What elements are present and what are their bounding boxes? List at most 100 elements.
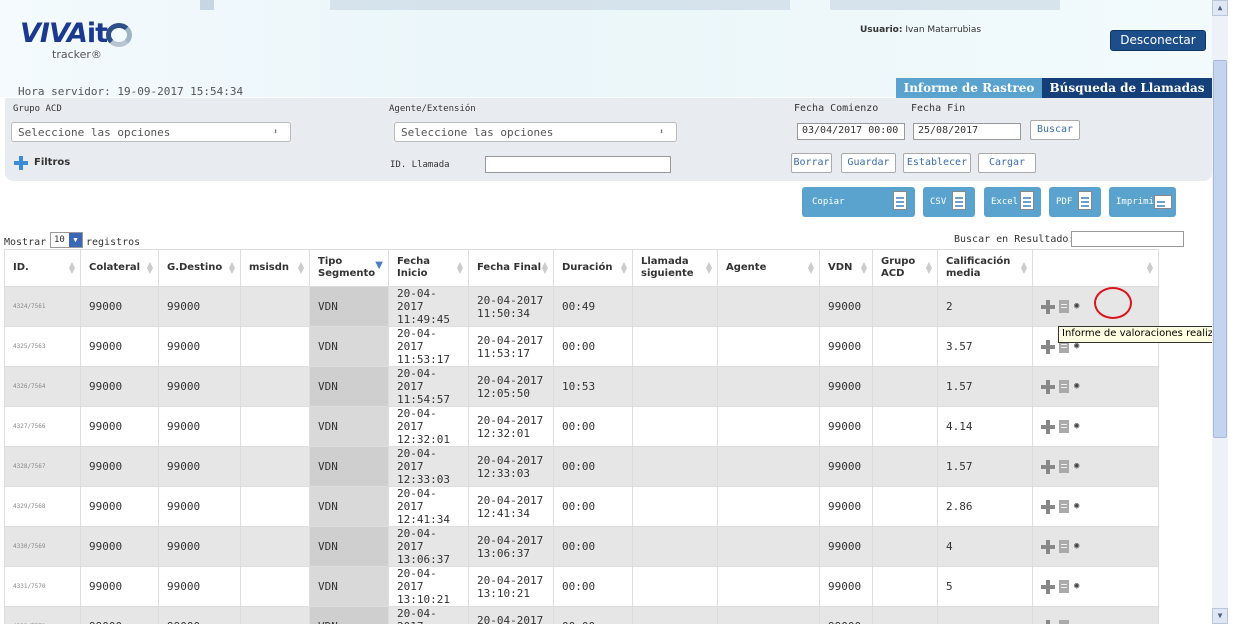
csv-button[interactable]: CSV bbox=[923, 187, 975, 217]
table-row[interactable]: 4324/7561 99000 99000 VDN 20-04-2017 11:49:45… bbox=[4, 286, 1159, 327]
plus-icon[interactable] bbox=[1041, 419, 1055, 434]
load-button[interactable]: Cargar bbox=[978, 153, 1036, 173]
table-row[interactable]: 4332/75719900099000VDN20-04-201713:11:41… bbox=[4, 606, 1159, 624]
sort-icon: ▲ ▼ bbox=[860, 260, 867, 275]
pdf-button[interactable]: PDF bbox=[1049, 187, 1101, 217]
plus-icon[interactable] bbox=[1041, 619, 1055, 624]
cell-fecha-inicio: 20-04-2017 12:32:01 bbox=[388, 406, 469, 447]
plus-icon[interactable] bbox=[1041, 499, 1055, 514]
cell-fecha-inicio: 20-04-2017 12:41:34 bbox=[388, 486, 469, 527]
search-button[interactable]: Buscar bbox=[1030, 120, 1080, 140]
col-grupo-acd[interactable]: Grupo ACD ▲ ▼ bbox=[872, 249, 938, 287]
copy-button[interactable]: Copiar bbox=[802, 187, 915, 217]
cell-msisdn bbox=[240, 526, 310, 567]
agent-select[interactable]: Seleccione las opciones ⬍ bbox=[394, 122, 677, 142]
eye-icon[interactable]: ◉ bbox=[1074, 380, 1079, 393]
scroll-up-icon[interactable]: ▲ bbox=[1212, 0, 1228, 16]
cell-calificacion bbox=[937, 606, 1033, 624]
cell-fecha-final: 20-04-2017 12:05:50 bbox=[468, 366, 554, 407]
user-name: Ivan Matarrubias bbox=[905, 25, 982, 35]
highlight-circle bbox=[1094, 287, 1132, 319]
col-fecha-final[interactable]: Fecha Final ▲ ▼ bbox=[468, 249, 554, 287]
table-row[interactable]: 4327/7566 99000 99000 VDN 20-04-2017 12:32:01… bbox=[4, 406, 1159, 447]
table-row[interactable]: 4328/7567 99000 99000 VDN 20-04-2017 12:33:03… bbox=[4, 446, 1159, 487]
app-logo[interactable]: VIVAit tracker® bbox=[14, 18, 144, 64]
cell-msisdn bbox=[240, 406, 310, 447]
print-button[interactable]: Imprimir bbox=[1109, 187, 1176, 217]
cell-calificacion: 2.86 bbox=[937, 486, 1033, 527]
table-row[interactable]: 4329/7568 99000 99000 VDN 20-04-2017 12:41:34… bbox=[4, 486, 1159, 527]
col-msisdn[interactable]: msisdn ▲ ▼ bbox=[240, 249, 310, 287]
start-date-input[interactable]: 03/04/2017 00:00 bbox=[797, 123, 905, 140]
cell-id: 4330/7569 bbox=[4, 526, 81, 567]
col-llamada-siguiente[interactable]: Llamada siguiente ▲ ▼ bbox=[632, 249, 718, 287]
logout-button[interactable]: Desconectar bbox=[1110, 30, 1206, 51]
eye-icon[interactable]: ◉ bbox=[1074, 500, 1079, 513]
tab-busqueda-llamadas[interactable]: Búsqueda de Llamadas bbox=[1042, 78, 1212, 98]
document-icon[interactable] bbox=[1059, 380, 1069, 393]
end-date-input[interactable]: 25/08/2017 bbox=[913, 123, 1021, 140]
eye-icon[interactable]: ◉ bbox=[1074, 580, 1079, 593]
cell-agente bbox=[717, 326, 820, 367]
document-icon[interactable] bbox=[1059, 540, 1069, 553]
clear-button[interactable]: Borrar bbox=[791, 153, 832, 173]
document-icon[interactable] bbox=[1059, 500, 1069, 513]
document-icon[interactable] bbox=[1059, 460, 1069, 473]
col-calificacion[interactable]: Calificación media ▲ ▼ bbox=[937, 249, 1033, 287]
plus-icon[interactable] bbox=[1041, 579, 1055, 594]
plus-icon[interactable] bbox=[1041, 539, 1055, 554]
table-row[interactable]: 4325/7563 99000 99000 VDN 20-04-2017 11:53:17… bbox=[4, 326, 1159, 367]
plus-icon[interactable] bbox=[1041, 459, 1055, 474]
tab-informe-rastreo[interactable]: Informe de Rastreo bbox=[896, 78, 1042, 98]
results-search-input[interactable] bbox=[1071, 231, 1184, 247]
cell-calificacion: 4 bbox=[937, 526, 1033, 567]
scroll-down-icon[interactable]: ▼ bbox=[1212, 608, 1228, 624]
sort-icon: ▲ ▼ bbox=[456, 260, 463, 275]
save-button[interactable]: Guardar bbox=[841, 153, 896, 173]
filters-toggle[interactable]: Filtros bbox=[34, 157, 70, 168]
cell-segmento: VDN bbox=[309, 366, 389, 407]
document-icon[interactable] bbox=[1059, 300, 1069, 313]
plus-icon[interactable] bbox=[1041, 339, 1055, 354]
cell-fecha-inicio: 20-04-2017 11:49:45 bbox=[388, 286, 469, 327]
cell-grupo-acd bbox=[872, 446, 938, 487]
col-gdestino[interactable]: G.Destino ▲ ▼ bbox=[158, 249, 241, 287]
document-icon[interactable] bbox=[1059, 620, 1069, 624]
table-row[interactable]: 4331/7570 99000 99000 VDN 20-04-2017 13:10:21… bbox=[4, 566, 1159, 607]
eye-icon[interactable]: ◉ bbox=[1074, 540, 1079, 553]
add-filter-icon[interactable] bbox=[14, 156, 28, 170]
call-id-input[interactable] bbox=[485, 156, 671, 173]
plus-icon[interactable] bbox=[1041, 299, 1055, 314]
page-edge bbox=[1228, 0, 1237, 624]
document-icon[interactable] bbox=[1059, 420, 1069, 433]
document-icon[interactable] bbox=[1059, 580, 1069, 593]
table-row[interactable]: 4326/7564 99000 99000 VDN 20-04-2017 11:54:57… bbox=[4, 366, 1159, 407]
col-duracion[interactable]: Duración ▲ ▼ bbox=[553, 249, 633, 287]
cell-duracion: 00:00 bbox=[553, 326, 633, 367]
eye-icon[interactable]: ◉ bbox=[1074, 420, 1079, 433]
set-button[interactable]: Establecer bbox=[903, 153, 971, 173]
scroll-thumb[interactable] bbox=[1213, 60, 1227, 438]
col-vdn[interactable]: VDN ▲ ▼ bbox=[819, 249, 873, 287]
plus-icon[interactable] bbox=[1041, 379, 1055, 394]
col-agente[interactable]: Agente ▲ ▼ bbox=[717, 249, 820, 287]
col-tipo-segmento[interactable]: Tipo Segmento ▼ bbox=[309, 249, 389, 287]
col-id[interactable]: ID. ▲ ▼ bbox=[4, 249, 81, 287]
acd-select[interactable]: Seleccione las opciones ⬍ bbox=[11, 122, 291, 142]
cell-vdn: 99000 bbox=[819, 486, 873, 527]
sort-icon: ▲ ▼ bbox=[807, 260, 814, 275]
col-actions[interactable]: ▲ ▼ bbox=[1032, 249, 1159, 287]
eye-icon[interactable]: ◉ bbox=[1074, 460, 1079, 473]
col-fecha-inicio[interactable]: Fecha Inicio ▲ ▼ bbox=[388, 249, 469, 287]
cell-colateral: 99000 bbox=[80, 366, 159, 407]
vertical-scrollbar[interactable]: ▲ ▼ bbox=[1212, 0, 1228, 624]
user-info: Usuario: Ivan Matarrubias bbox=[860, 25, 982, 35]
excel-button[interactable]: Excel bbox=[984, 187, 1041, 217]
table-row[interactable]: 4330/7569 99000 99000 VDN 20-04-2017 13:06:37… bbox=[4, 526, 1159, 567]
eye-icon[interactable]: ◉ bbox=[1074, 300, 1079, 313]
cell-msisdn bbox=[240, 566, 310, 607]
cell-fecha-inicio: 20-04-2017 12:33:03 bbox=[388, 446, 469, 487]
page-size-select[interactable]: 10 ▼ bbox=[50, 232, 83, 248]
cell-agente bbox=[717, 526, 820, 567]
col-colateral[interactable]: Colateral ▲ ▼ bbox=[80, 249, 159, 287]
